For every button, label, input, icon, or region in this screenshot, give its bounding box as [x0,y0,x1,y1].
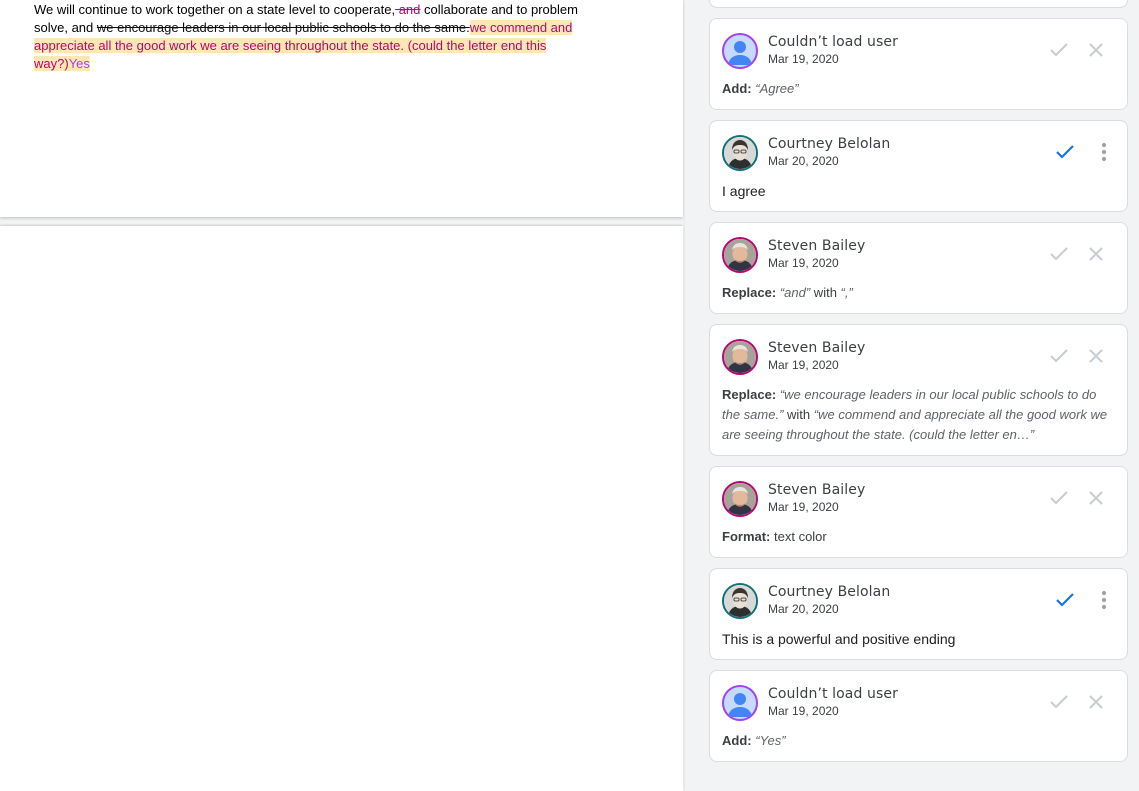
comment-date: Mar 19, 2020 [768,500,839,514]
suggestion-quote-replacement: “,” [840,285,853,300]
comment-author: Couldn’t load user [768,34,898,50]
doc-text-run: We will continue to work together on a s… [34,2,396,17]
comment-date: Mar 19, 2020 [768,704,839,718]
suggestion-card[interactable]: Steven Bailey Mar 19, 2020 Replace: “and… [709,222,1128,314]
accept-suggestion-check-icon[interactable] [1049,40,1068,59]
suggestion-body: Format: text color [722,527,1115,547]
comment-date: Mar 19, 2020 [768,358,839,372]
document-page: We will continue to work together on a s… [0,0,683,217]
suggestion-quote: “Agree” [755,81,799,96]
comment-text: This is a powerful and positive ending [722,631,956,647]
suggestion-quote: “Yes” [755,733,786,748]
comment-date: Mar 19, 2020 [768,256,839,270]
suggestion-type-label: Replace: [722,387,777,402]
steven-avatar [722,481,758,517]
accept-suggestion-check-icon[interactable] [1049,488,1068,507]
suggestion-with: with [810,285,841,300]
suggestion-card[interactable]: Steven Bailey Mar 19, 2020 Format: text … [709,466,1128,558]
comment-date: Mar 20, 2020 [768,602,839,616]
reject-suggestion-close-icon[interactable] [1086,692,1105,711]
comment-author: Couldn’t load user [768,686,898,702]
courtney-avatar [722,135,758,171]
comment-author: Steven Bailey [768,340,866,356]
suggestion-type-label: Add: [722,733,752,748]
comment-author: Courtney Belolan [768,584,891,600]
resolve-check-icon[interactable] [1055,142,1074,161]
comment-reply-card[interactable]: Courtney Belolan Mar 20, 2020 This is a … [709,568,1128,660]
more-options-icon[interactable] [1094,590,1113,609]
suggestion-body: Add: “Agree” [722,79,1115,99]
suggestion-body: Replace: “and” with “,” [722,283,1115,303]
comment-author: Steven Bailey [768,238,866,254]
comment-card-partial[interactable] [709,0,1128,8]
suggestions-panel: Couldn’t load user Mar 19, 2020 Add: “Ag… [684,0,1139,791]
suggested-deletion-and[interactable]: and [395,2,421,17]
document-page-2 [0,226,683,791]
suggestion-type-label: Format: [722,529,771,544]
comment-date: Mar 20, 2020 [768,154,839,168]
suggestion-card[interactable]: Couldn’t load user Mar 19, 2020 Add: “Ag… [709,18,1128,110]
comment-date: Mar 19, 2020 [768,52,839,66]
suggestion-card[interactable]: Couldn’t load user Mar 19, 2020 Add: “Ye… [709,670,1128,762]
suggested-insertion-yes[interactable]: Yes [68,56,90,71]
comment-text: I agree [722,183,766,199]
accept-suggestion-check-icon[interactable] [1049,346,1068,365]
resolve-check-icon[interactable] [1055,590,1074,609]
document-canvas: We will continue to work together on a s… [0,0,684,791]
courtney-avatar [722,583,758,619]
suggestion-with: with [783,407,814,422]
suggested-deletion-sentence[interactable]: we encourage leaders in our local public… [97,20,470,35]
suggestion-type-label: Add: [722,81,752,96]
reject-suggestion-close-icon[interactable] [1086,488,1105,507]
more-options-icon[interactable] [1094,142,1113,161]
default-user-icon [722,685,758,721]
suggestion-type-label: Replace: [722,285,777,300]
steven-avatar [722,339,758,375]
reject-suggestion-close-icon[interactable] [1086,346,1105,365]
document-paragraph[interactable]: We will continue to work together on a s… [34,1,594,73]
default-user-icon [722,33,758,69]
comment-author: Steven Bailey [768,482,866,498]
accept-suggestion-check-icon[interactable] [1049,692,1068,711]
suggestion-quote: “and” [779,285,811,300]
steven-avatar [722,237,758,273]
comment-author: Courtney Belolan [768,136,891,152]
reject-suggestion-close-icon[interactable] [1086,244,1105,263]
suggestion-body: Replace: “we encourage leaders in our lo… [722,385,1115,445]
reject-suggestion-close-icon[interactable] [1086,40,1105,59]
suggestion-body: Add: “Yes” [722,731,1115,751]
suggestion-card[interactable]: Steven Bailey Mar 19, 2020 Replace: “we … [709,324,1128,456]
suggestion-format-value: text color [770,529,827,544]
comment-reply-card[interactable]: Courtney Belolan Mar 20, 2020 I agree [709,120,1128,212]
accept-suggestion-check-icon[interactable] [1049,244,1068,263]
